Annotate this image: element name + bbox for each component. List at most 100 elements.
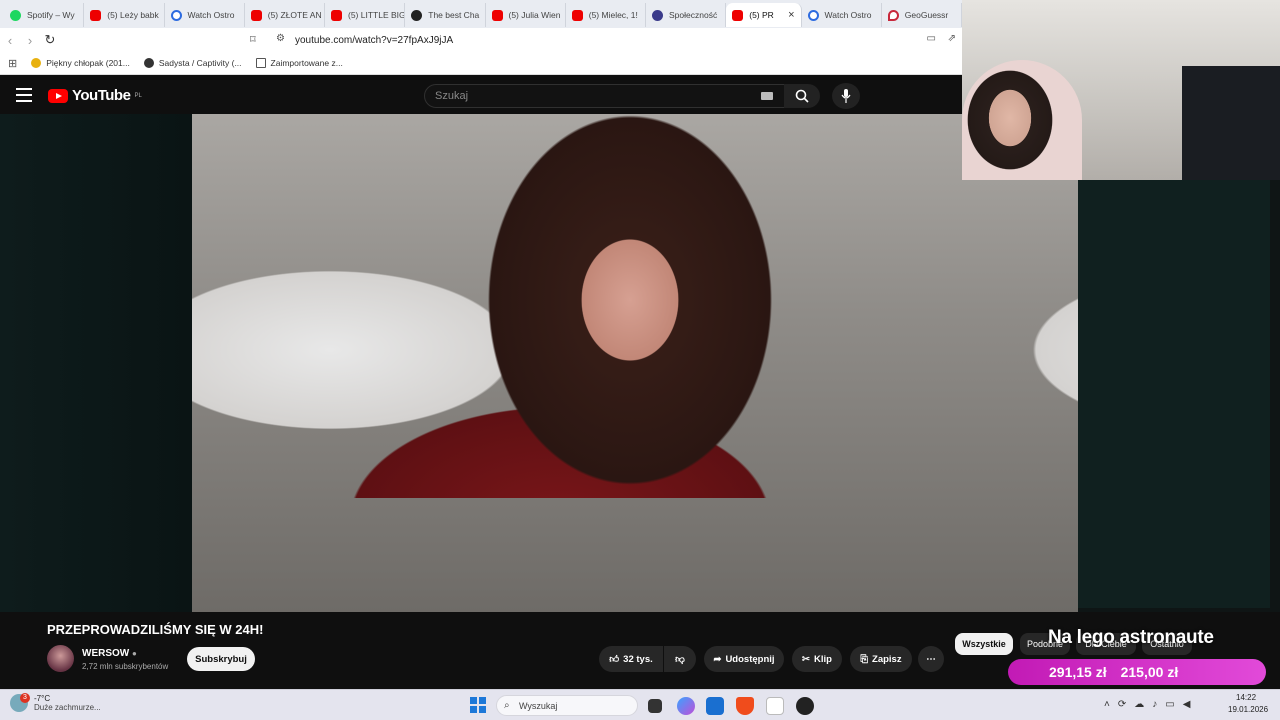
search-input[interactable]: Szukaj xyxy=(424,84,786,108)
dislike-button[interactable]: 👎︎ xyxy=(664,646,696,672)
bookmark-icon[interactable]: ⌑ xyxy=(250,33,256,46)
task-view-icon[interactable] xyxy=(648,699,662,713)
more-actions-button[interactable]: ⋯ xyxy=(918,646,944,672)
share-button[interactable]: ➦ Udostępnij xyxy=(704,646,784,672)
youtube-icon xyxy=(90,9,102,21)
apps-grid-icon[interactable]: ⊞ xyxy=(8,57,17,70)
copilot-icon[interactable] xyxy=(677,697,695,715)
browser-tab[interactable]: (5) Leży babk xyxy=(84,3,165,27)
clip-button[interactable]: ✂ Klip xyxy=(792,646,842,672)
browser-tab[interactable]: (5) PR × xyxy=(726,3,802,27)
bookmark-save-icon: ⎘ xyxy=(860,653,869,665)
notification-badge: 3 xyxy=(20,693,30,703)
subscriber-count: 2,72 mln subskrybentów xyxy=(82,662,169,671)
browser-tab[interactable]: GeoGuessr xyxy=(882,3,963,27)
app-window-icon[interactable] xyxy=(766,697,784,715)
like-button[interactable]: 👍︎ 32 tys. xyxy=(599,646,663,672)
browser-tab[interactable]: (5) Julia Wien xyxy=(486,3,566,27)
search-placeholder: Szukaj xyxy=(435,90,469,102)
region-label: PL xyxy=(134,92,142,99)
save-label: Zapisz xyxy=(872,653,902,665)
store-icon[interactable] xyxy=(706,697,724,715)
bookmark-label: Piękny chłopak (201... xyxy=(46,58,130,68)
site-settings-icon[interactable]: ⚙ xyxy=(276,33,285,44)
clock-time[interactable]: 14:22 xyxy=(1236,693,1256,702)
browser-tab[interactable]: (5) LITTLE BIG xyxy=(325,3,406,27)
bookmarks-bar: ⊞ Piękny chłopak (201... Sadysta / Capti… xyxy=(0,52,962,75)
hamburger-menu-icon[interactable] xyxy=(16,88,32,102)
search-icon: ⌕ xyxy=(504,700,510,711)
youtube-icon xyxy=(331,9,342,21)
ambient-side-panel xyxy=(1078,178,1270,608)
chip-all[interactable]: Wszystkie xyxy=(955,633,1013,655)
system-tray: ˄ ⟳ ☁ ♪ ▭ ◀ xyxy=(1104,699,1190,710)
like-count: 32 tys. xyxy=(623,653,653,665)
clip-label: Klip xyxy=(814,653,832,665)
bookmark-label: Zaimportowane z... xyxy=(270,58,343,68)
microphone-tray-icon[interactable]: ♪ xyxy=(1152,699,1157,710)
weather-condition-text: Duże zachmurze... xyxy=(34,703,101,712)
tab-title: The best Cha xyxy=(428,10,480,20)
channel-avatar[interactable] xyxy=(47,645,74,672)
browser-tab[interactable]: Watch Ostro xyxy=(802,3,882,27)
bookmark-label: Sadysta / Captivity (... xyxy=(158,58,242,68)
bookmark-item[interactable]: Piękny chłopak (201... xyxy=(31,58,130,68)
close-tab-icon[interactable]: × xyxy=(788,9,794,21)
youtube-play-icon xyxy=(48,88,68,103)
community-icon xyxy=(652,9,663,21)
tab-title: Społeczność xyxy=(669,10,718,20)
browser-tab[interactable]: The best Cha xyxy=(405,3,486,27)
brave-browser-icon[interactable] xyxy=(736,697,754,715)
reload-icon[interactable]: ↻ xyxy=(40,32,60,48)
obs-icon[interactable] xyxy=(796,697,814,715)
cloud-icon[interactable]: ☁ xyxy=(1134,699,1144,710)
browser-tab[interactable]: (5) ZŁOTE AN xyxy=(245,3,325,27)
back-icon[interactable]: ‹ xyxy=(0,33,20,48)
folder-icon xyxy=(255,58,266,68)
forward-icon[interactable]: › xyxy=(20,33,40,48)
youtube-logo[interactable]: YouTube PL xyxy=(48,87,142,104)
donation-current-amount: 291,15 zł xyxy=(1049,664,1107,680)
url-field[interactable]: ⌑ ⚙ youtube.com/watch?v=27fpAxJ9jJA ▭ ⇗ xyxy=(250,30,958,50)
browser-tab[interactable]: Spotify – Wy xyxy=(4,3,85,27)
keyboard-icon[interactable] xyxy=(761,92,773,100)
tab-title: Watch Ostro xyxy=(187,10,235,20)
channel-name[interactable]: WERSOW ● xyxy=(82,648,137,659)
voice-search-button[interactable] xyxy=(832,83,860,109)
browser-tab[interactable]: Społeczność xyxy=(646,3,727,27)
tab-title: (5) Mielec, 1! xyxy=(588,10,638,20)
weather-widget[interactable]: 3 -7°C Duże zachmurze... xyxy=(10,693,101,712)
spotify-icon xyxy=(10,9,21,21)
volume-icon[interactable]: ◀ xyxy=(1183,699,1191,710)
browser-tab[interactable]: (5) Mielec, 1! xyxy=(566,3,646,27)
taskbar-search-placeholder: Wyszukaj xyxy=(519,700,558,711)
scissors-icon: ✂ xyxy=(802,653,810,665)
browser-tab[interactable]: Watch Ostro xyxy=(165,3,245,27)
verified-icon: ● xyxy=(132,649,137,658)
youtube-header: YouTube PL Szukaj xyxy=(0,76,962,114)
bookmark-item[interactable]: Sadysta / Captivity (... xyxy=(143,58,242,68)
search-button[interactable] xyxy=(784,84,820,108)
bookmark-folder[interactable]: Zaimportowane z... xyxy=(255,58,343,68)
youtube-icon xyxy=(250,9,262,21)
taskbar-search-input[interactable]: ⌕ Wyszukaj xyxy=(496,695,638,716)
thumbs-up-icon: 👍︎ xyxy=(609,654,620,665)
sync-icon[interactable]: ⟳ xyxy=(1118,699,1126,710)
donation-goal-bar: 291,15 zł 215,00 zł xyxy=(1008,659,1266,685)
subscribe-button[interactable]: Subskrybuj xyxy=(187,647,255,671)
save-button[interactable]: ⎘ Zapisz xyxy=(850,646,912,672)
youtube-icon xyxy=(571,9,583,21)
windows-start-icon[interactable] xyxy=(470,697,486,713)
clock-date[interactable]: 19.01.2026 xyxy=(1228,705,1268,714)
microphone-icon xyxy=(841,89,851,103)
video-frame[interactable] xyxy=(192,114,1078,612)
cast-icon[interactable]: ▭ xyxy=(927,33,936,44)
tab-title: (5) Leży babk xyxy=(107,10,159,20)
donation-goal-amount: 215,00 zł xyxy=(1120,664,1179,680)
tray-chevron-icon[interactable]: ˄ xyxy=(1104,699,1110,710)
share-page-icon[interactable]: ⇗ xyxy=(948,33,956,44)
share-label: Udostępnij xyxy=(725,653,775,665)
url-text: youtube.com/watch?v=27fpAxJ9jJA xyxy=(295,34,454,46)
network-icon[interactable]: ▭ xyxy=(1165,699,1174,710)
logo-text: YouTube xyxy=(72,87,131,104)
